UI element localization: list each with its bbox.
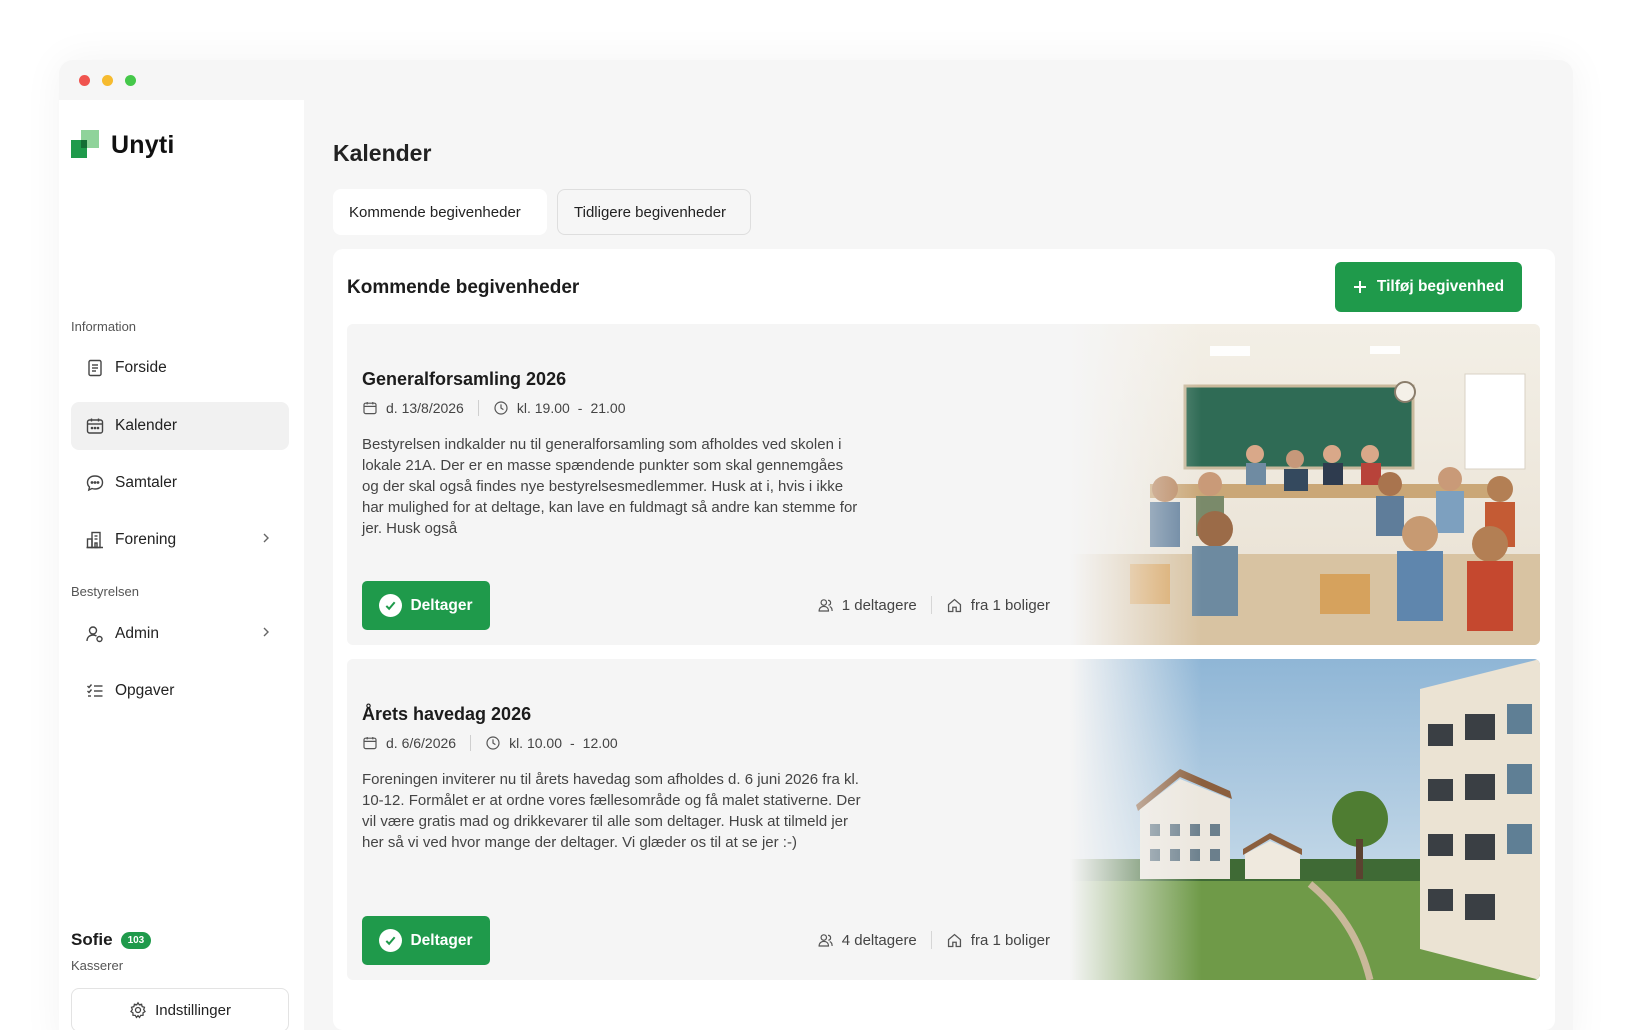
- tab-tidligere-begivenheder[interactable]: Tidligere begivenheder: [557, 189, 751, 235]
- event-time-from: kl. 10.00: [509, 735, 562, 751]
- panel-title: Kommende begivenheder: [347, 277, 580, 298]
- divider: [470, 735, 472, 751]
- time-dash: -: [570, 735, 575, 751]
- check-circle-icon: [379, 929, 403, 952]
- sidebar-item-label: Forside: [115, 359, 167, 376]
- chevron-right-icon[interactable]: [259, 625, 273, 639]
- section-label-information: Information: [71, 319, 137, 334]
- users-icon: [818, 933, 833, 947]
- sidebar-item-admin[interactable]: Admin: [71, 610, 289, 658]
- divider: [930, 931, 932, 949]
- window-controls: [79, 75, 136, 86]
- event-date: d. 6/6/2026: [386, 735, 457, 751]
- add-event-label: Tilføj begivenhed: [1376, 278, 1505, 295]
- gear-icon: [130, 1001, 146, 1019]
- calendar-icon: [363, 737, 377, 750]
- event-description: Bestyrelsen indkalder nu til generalfors…: [362, 436, 858, 537]
- minimize-window-button[interactable]: [102, 75, 113, 86]
- participants-count: 1 deltagere: [841, 596, 917, 614]
- users-icon: [818, 598, 833, 612]
- event-time-to: 21.00: [590, 400, 626, 416]
- checklist-icon: [87, 684, 103, 697]
- logo[interactable]: Unyti: [71, 130, 175, 160]
- event-meta: d. 6/6/2026 kl. 10.00 - 12.00: [362, 735, 618, 751]
- event-title: Årets havedag 2026: [362, 704, 532, 724]
- event-description: Foreningen inviterer nu til årets haveda…: [362, 771, 861, 851]
- sidebar-item-forside[interactable]: Forside: [71, 344, 289, 392]
- attend-label: Deltager: [410, 931, 473, 949]
- event-date: d. 13/8/2026: [386, 400, 464, 416]
- event-title: Generalforsamling 2026: [362, 369, 567, 389]
- attend-label: Deltager: [410, 596, 473, 614]
- households-count: fra 1 boliger: [970, 931, 1050, 949]
- settings-button[interactable]: Indstillinger: [71, 988, 289, 1030]
- event-card[interactable]: Generalforsamling 2026 d. 13/8/2026 kl. …: [347, 324, 1540, 645]
- page-title: Kalender: [333, 140, 432, 166]
- document-icon: [88, 359, 102, 377]
- sidebar: Unyti Information Forside Kalender Samta…: [59, 100, 304, 1030]
- calendar-icon: [86, 418, 104, 434]
- section-label-bestyrelsen: Bestyrelsen: [71, 584, 139, 599]
- user-gear-icon: [86, 626, 103, 643]
- app-window: Unyti Information Forside Kalender Samta…: [59, 60, 1573, 1030]
- chat-bubble-icon: [86, 475, 104, 492]
- sidebar-item-label: Samtaler: [115, 474, 178, 491]
- divider: [930, 596, 932, 614]
- buildings-icon: [86, 531, 103, 549]
- households-count: fra 1 boliger: [970, 596, 1050, 614]
- events-panel: Kommende begivenheder Tilføj begivenhed: [333, 249, 1555, 1030]
- sidebar-item-label: Admin: [115, 625, 159, 642]
- meeting-room-image: [1070, 324, 1540, 645]
- close-window-button[interactable]: [79, 75, 90, 86]
- sidebar-item-label: Kalender: [115, 417, 178, 434]
- user-role: Kasserer: [71, 958, 124, 973]
- garden-buildings-image: [1070, 659, 1540, 980]
- participants-count: 4 deltagere: [841, 931, 917, 949]
- event-stats: 1 deltagere fra 1 boliger: [817, 596, 1050, 614]
- clock-icon: [486, 736, 500, 750]
- sidebar-item-samtaler[interactable]: Samtaler: [71, 459, 289, 507]
- maximize-window-button[interactable]: [125, 75, 136, 86]
- divider: [477, 400, 479, 416]
- sidebar-item-kalender[interactable]: Kalender: [71, 402, 289, 450]
- plus-icon: [1353, 281, 1366, 293]
- event-stats: 4 deltagere fra 1 boliger: [817, 931, 1050, 949]
- tab-kommende-begivenheder[interactable]: Kommende begivenheder: [333, 189, 547, 235]
- event-meta: d. 13/8/2026 kl. 19.00 - 21.00: [362, 400, 626, 416]
- sidebar-item-label: Opgaver: [115, 682, 175, 699]
- time-dash: -: [577, 400, 583, 416]
- settings-label: Indstillinger: [155, 1001, 231, 1019]
- logo-text: Unyti: [111, 130, 175, 159]
- attend-button[interactable]: Deltager: [362, 916, 490, 965]
- user-name: Sofie 103: [71, 930, 152, 950]
- clock-icon: [494, 401, 508, 415]
- home-icon: [947, 933, 961, 947]
- chevron-right-icon[interactable]: [259, 531, 273, 545]
- check-circle-icon: [379, 594, 403, 617]
- user-name-text: Sofie: [71, 930, 113, 949]
- add-event-button[interactable]: Tilføj begivenhed: [1335, 262, 1522, 312]
- sidebar-item-label: Forening: [115, 531, 177, 548]
- sidebar-item-opgaver[interactable]: Opgaver: [71, 667, 289, 715]
- sidebar-item-forening[interactable]: Forening: [71, 516, 289, 564]
- user-badge: 103: [120, 931, 152, 949]
- home-icon: [947, 598, 961, 612]
- event-time-to: 12.00: [582, 735, 618, 751]
- event-card[interactable]: Årets havedag 2026 d. 6/6/2026 kl. 10.00…: [347, 659, 1540, 980]
- attend-button[interactable]: Deltager: [362, 581, 490, 630]
- calendar-icon: [363, 402, 377, 415]
- event-time-from: kl. 19.00: [516, 400, 570, 416]
- logo-mark-icon: [71, 130, 99, 158]
